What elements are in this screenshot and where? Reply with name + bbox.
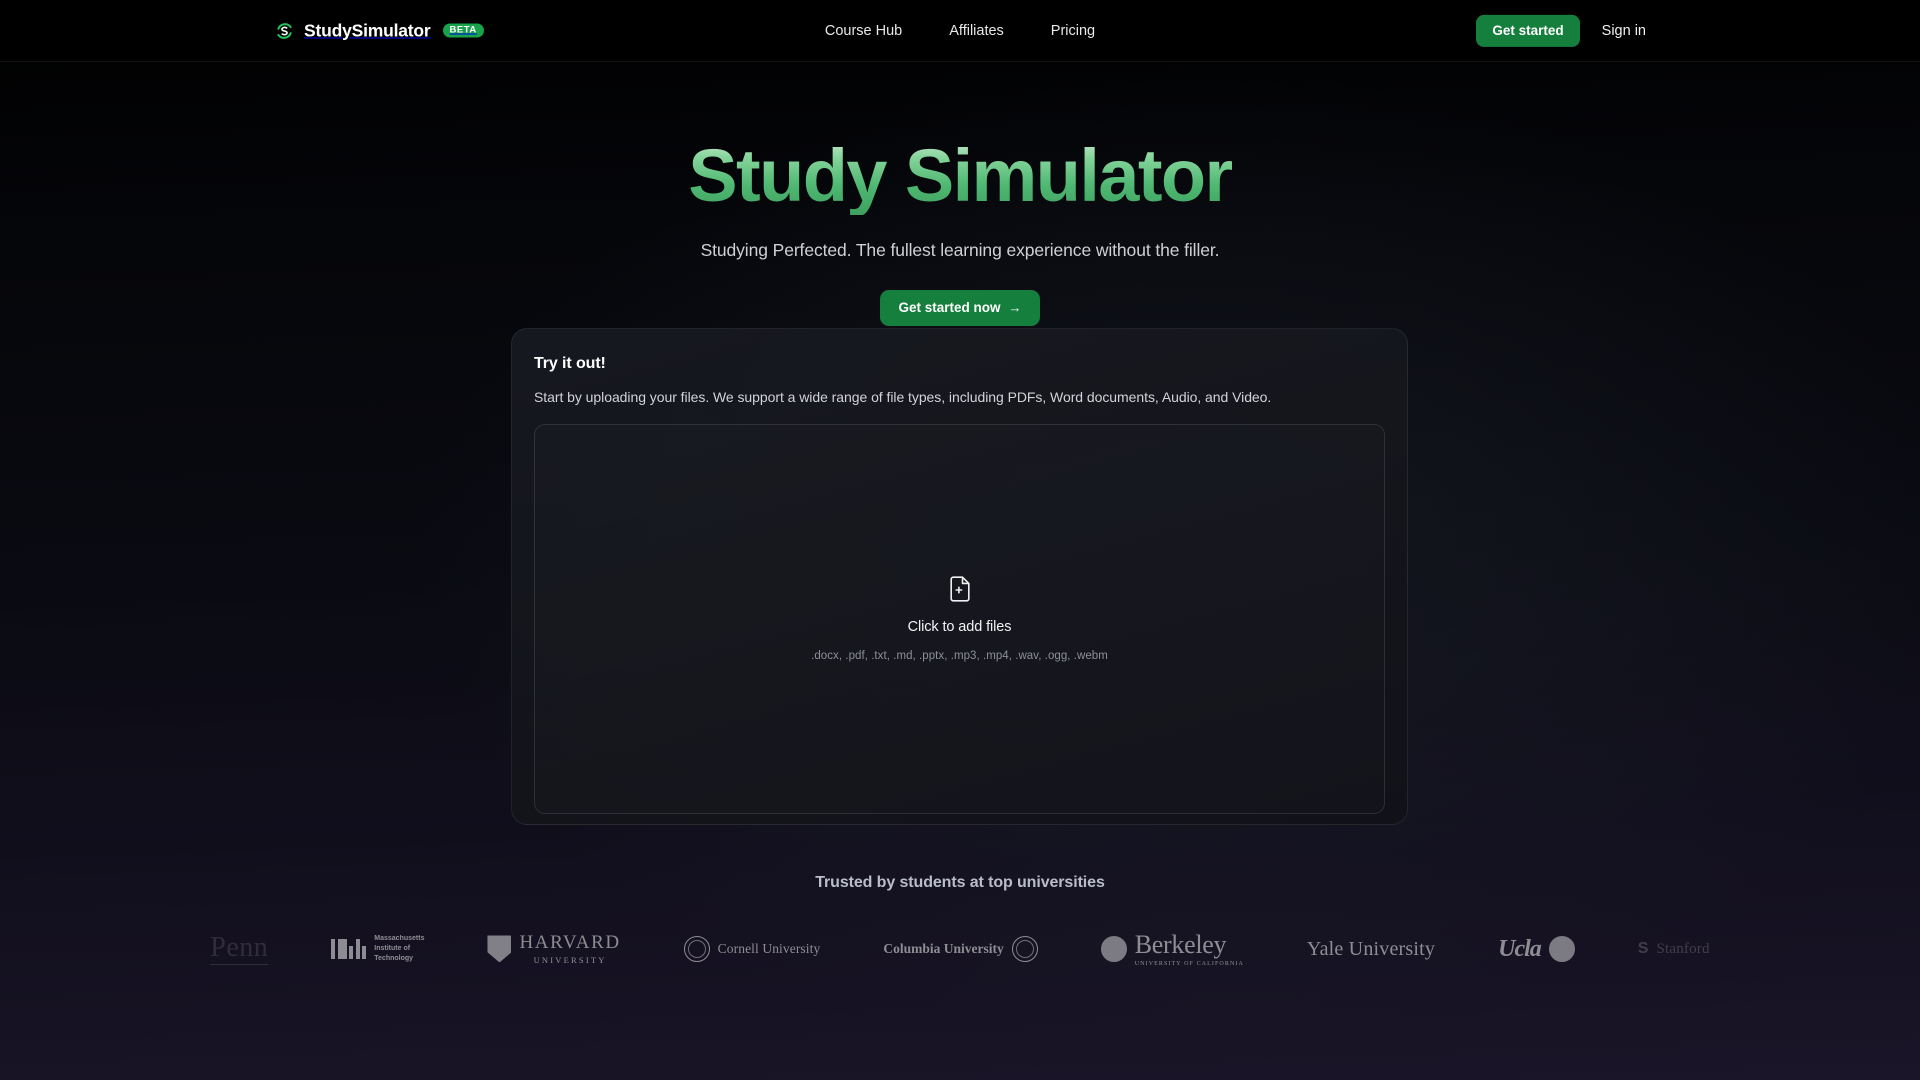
get-started-button[interactable]: Get started bbox=[1476, 14, 1580, 47]
brand-name: StudySimulator bbox=[304, 20, 431, 40]
cornell-seal-icon bbox=[683, 936, 710, 962]
university-logos-marquee: Penn Massachusetts Institute of Technolo… bbox=[0, 923, 1920, 975]
dropzone-accepted-types: .docx, .pdf, .txt, .md, .pptx, .mp3, .mp… bbox=[811, 650, 1108, 662]
logo-stanford: S Stanford bbox=[1638, 940, 1710, 958]
berkeley-seal-icon bbox=[1100, 936, 1127, 962]
logo-berkeley: Berkeley UNIVERSITY OF CALIFORNIA bbox=[1100, 929, 1244, 967]
landing-page: StudySimulator BETA Course Hub Affiliate… bbox=[0, 0, 1920, 1080]
try-card-description: Start by uploading your files. We suppor… bbox=[534, 389, 1272, 405]
header-actions: Get started Sign in bbox=[1476, 14, 1646, 47]
logo-harvard: HARVARD UNIVERSITY bbox=[487, 931, 621, 965]
get-started-now-button[interactable]: Get started now → bbox=[880, 289, 1040, 326]
sign-in-link[interactable]: Sign in bbox=[1602, 23, 1646, 39]
trusted-section: Trusted by students at top universities … bbox=[0, 874, 1920, 975]
nav-item-affiliates[interactable]: Affiliates bbox=[949, 23, 1004, 39]
mit-bars-icon bbox=[331, 938, 367, 959]
logo-stanford-label: Stanford bbox=[1656, 940, 1710, 957]
hero-subtitle: Studying Perfected. The fullest learning… bbox=[700, 239, 1220, 260]
logo-cornell: Cornell University bbox=[683, 936, 821, 962]
try-card-title: Try it out! bbox=[534, 355, 606, 372]
logo-berkeley-label: Berkeley UNIVERSITY OF CALIFORNIA bbox=[1134, 929, 1244, 967]
nav-item-course-hub[interactable]: Course Hub bbox=[825, 23, 902, 39]
columbia-crown-icon bbox=[1011, 936, 1038, 962]
logo-cornell-label: Cornell University bbox=[717, 941, 821, 956]
hero-section: Study Simulator Studying Perfected. The … bbox=[0, 62, 1920, 326]
logo-penn-label: Penn bbox=[210, 931, 269, 965]
harvard-shield-icon bbox=[487, 935, 512, 963]
logo-ucla-label: Ucla bbox=[1498, 935, 1542, 962]
beta-badge: BETA bbox=[442, 23, 484, 38]
main-nav: Course Hub Affiliates Pricing bbox=[825, 23, 1095, 39]
dropzone-label: Click to add files bbox=[907, 619, 1012, 635]
arrow-right-icon: → bbox=[1008, 300, 1022, 316]
logo-yale-label: Yale University bbox=[1306, 937, 1436, 960]
logo-ucla: Ucla bbox=[1498, 936, 1575, 963]
stanford-mark-icon: S bbox=[1637, 940, 1649, 957]
ucla-seal-icon bbox=[1548, 936, 1575, 962]
university-logos-row: Penn Massachusetts Institute of Technolo… bbox=[0, 923, 1920, 975]
logo-mit-label: Massachusetts Institute of Technology bbox=[374, 934, 425, 963]
logo-yale: Yale University bbox=[1307, 938, 1435, 961]
site-header: StudySimulator BETA Course Hub Affiliate… bbox=[0, 0, 1920, 62]
logo-penn: Penn bbox=[210, 931, 269, 965]
file-plus-icon bbox=[949, 576, 970, 602]
brand-logo[interactable]: StudySimulator BETA bbox=[274, 20, 484, 41]
trusted-title: Trusted by students at top universities bbox=[815, 874, 1105, 891]
logo-columbia-label: Columbia University bbox=[883, 941, 1004, 956]
logo-harvard-label: HARVARD UNIVERSITY bbox=[519, 931, 621, 965]
page-title: Study Simulator bbox=[688, 134, 1233, 217]
logo-columbia: Columbia University bbox=[883, 936, 1038, 962]
refresh-s-logo-icon bbox=[277, 22, 292, 39]
file-dropzone[interactable]: Click to add files .docx, .pdf, .txt, .m… bbox=[534, 424, 1385, 814]
get-started-now-label: Get started now bbox=[898, 299, 1001, 315]
nav-item-pricing[interactable]: Pricing bbox=[1051, 23, 1095, 39]
try-it-out-card: Try it out! Start by uploading your file… bbox=[511, 328, 1408, 825]
logo-mit: Massachusetts Institute of Technology bbox=[331, 934, 424, 964]
hero-cta-wrap: Get started now → bbox=[0, 289, 1920, 326]
